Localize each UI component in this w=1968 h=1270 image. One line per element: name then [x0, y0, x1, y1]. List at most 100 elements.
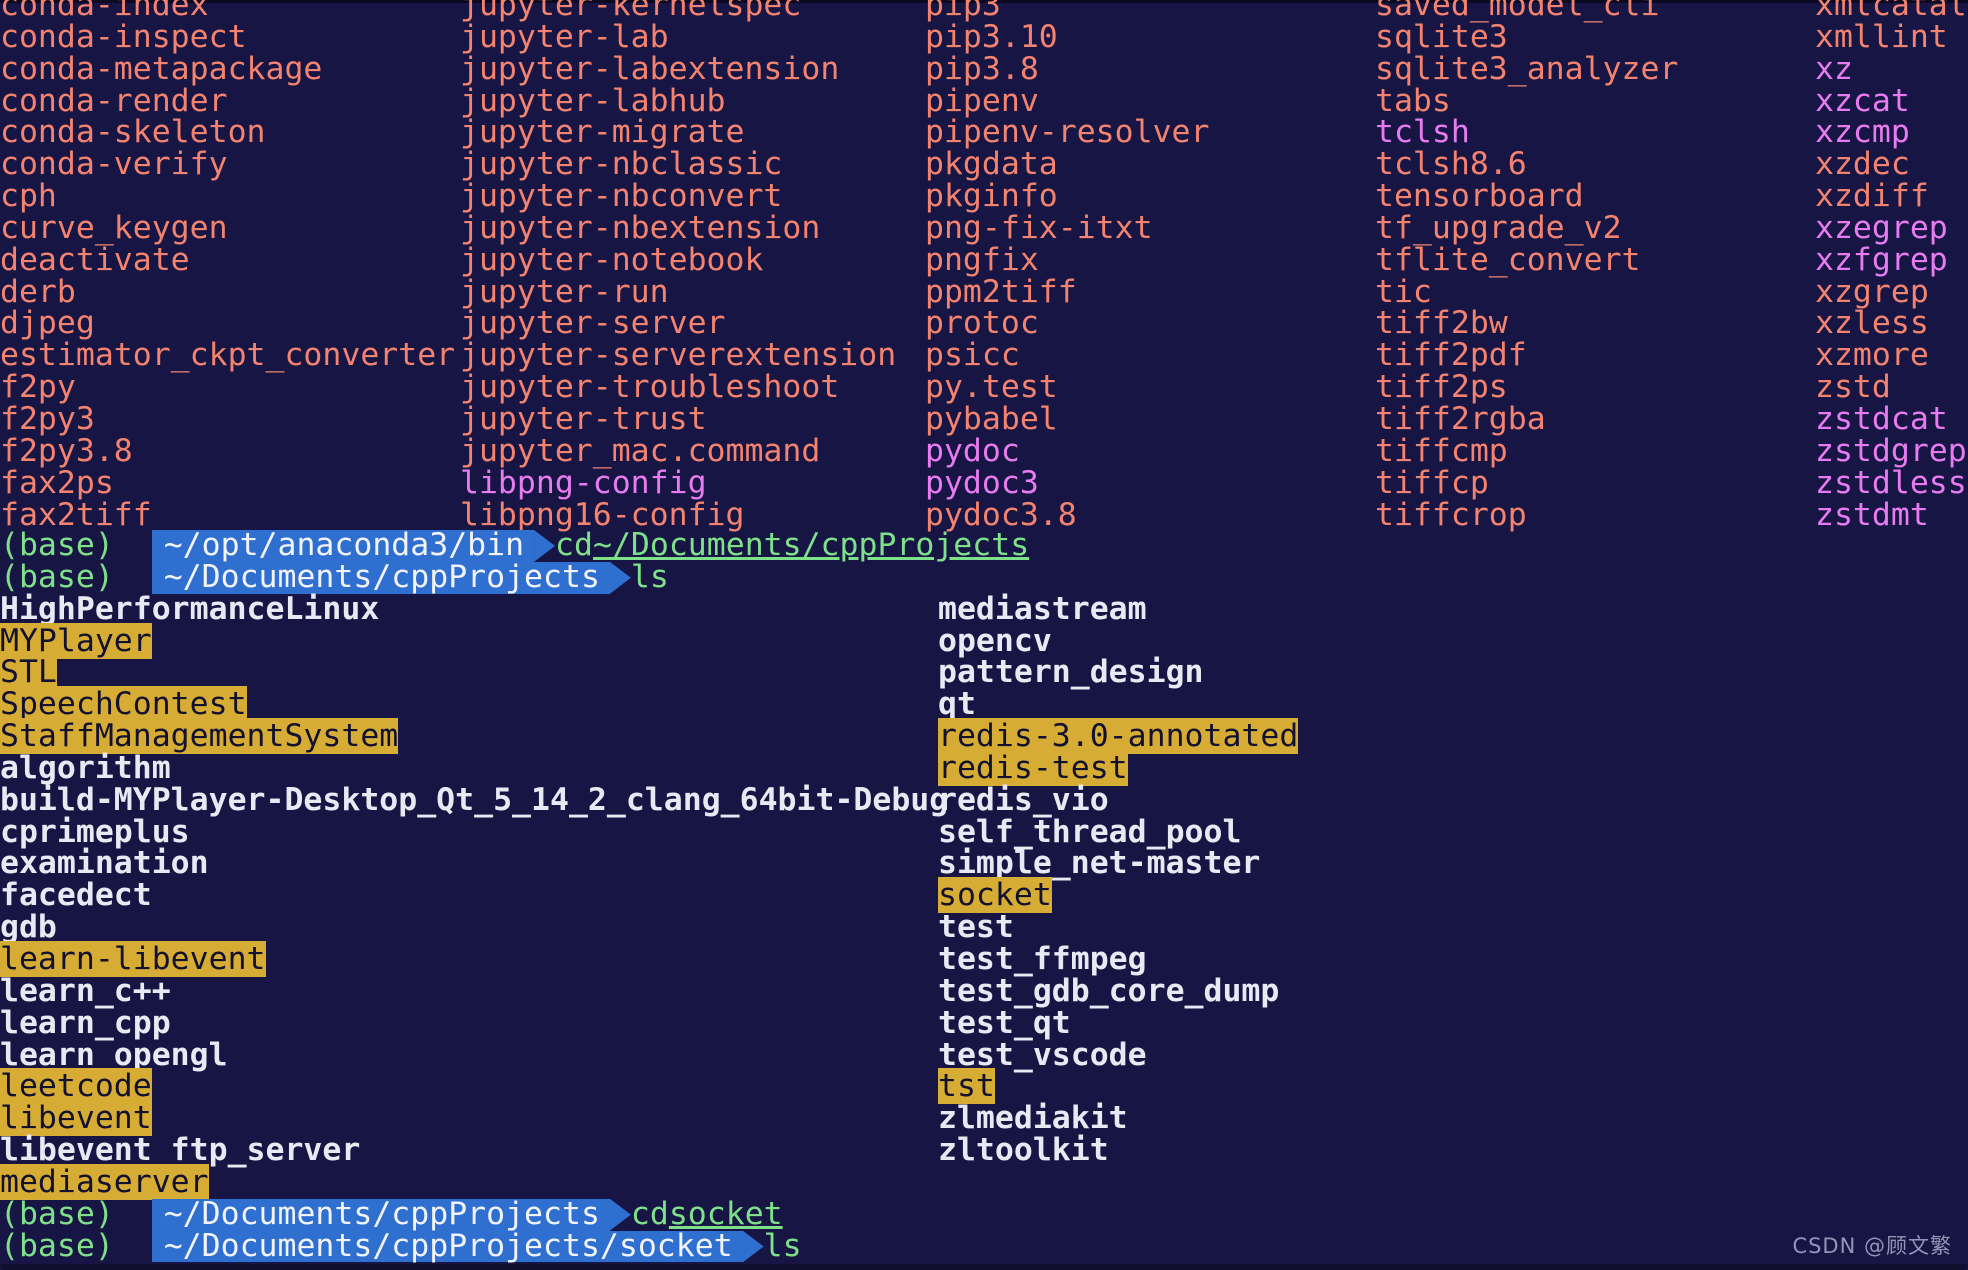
directory-entry[interactable]: cprimeplus: [0, 814, 190, 850]
symlink-entry: pydoc3: [925, 464, 1039, 501]
prompt-command-argument[interactable]: socket: [669, 1198, 783, 1231]
directory-entry[interactable]: test_ffmpeg: [938, 941, 1147, 977]
executable-entry: py.test: [925, 369, 1058, 406]
path-entry: jupyter-troubleshoot: [460, 369, 925, 406]
path-entry: xmllint: [1815, 18, 1968, 55]
executable-entry: tflite_convert: [1375, 241, 1641, 278]
directory-entry[interactable]: learn_c++: [0, 973, 171, 1009]
executable-entry: tic: [1375, 273, 1432, 310]
directory-entry[interactable]: self_thread_pool: [938, 814, 1241, 850]
ls-output-row: StaffManagementSystem redis-3.0-annotated: [0, 718, 1968, 755]
executable-entry: deactivate: [0, 241, 190, 278]
ls-output-row: libevent zlmediakit: [0, 1100, 1968, 1137]
ls-left-cell: learn_c++: [0, 973, 938, 1009]
ls-left-cell: gdb: [0, 909, 938, 945]
path-entry: jupyter-trust: [460, 403, 925, 436]
directory-entry[interactable]: examination: [0, 845, 209, 881]
symlink-entry: xzcmp: [1815, 114, 1910, 151]
path-entry: pipenv: [925, 82, 1375, 119]
directory-entry-highlighted[interactable]: redis-3.0-annotated: [938, 718, 1299, 755]
conda-env-label: (base): [0, 1195, 152, 1232]
powerline-arrow-icon: [609, 561, 631, 594]
directory-entry[interactable]: test: [938, 909, 1014, 945]
directory-entry-highlighted[interactable]: MYPlayer: [0, 622, 152, 659]
directory-entry-highlighted[interactable]: leetcode: [0, 1068, 152, 1105]
ls-output-row: HighPerformanceLinux mediastream: [0, 591, 1968, 627]
directory-entry[interactable]: mediastream: [938, 591, 1147, 627]
directory-entry-highlighted[interactable]: libevent: [0, 1100, 152, 1137]
ls-output-row: learn_opengl test_vscode: [0, 1037, 1968, 1073]
prompt-command[interactable]: ls: [764, 1230, 802, 1263]
directory-entry[interactable]: zltoolkit: [938, 1132, 1109, 1168]
directory-entry[interactable]: redis_vio: [938, 782, 1109, 818]
ls-output-row: learn-libevent test_ffmpeg: [0, 940, 1968, 977]
executable-entry: jupyter-troubleshoot: [460, 369, 840, 406]
directory-entry[interactable]: learn_cpp: [0, 1005, 171, 1041]
path-entry: jupyter-nbclassic: [460, 146, 925, 183]
shell-prompt-line[interactable]: (base) ~/Documents/cppProjects cd socket: [0, 1195, 1968, 1232]
ls-right-cell: test_vscode: [938, 1037, 1147, 1073]
ls-output-row: examination simple_net-master: [0, 848, 1968, 880]
directory-entry-highlighted[interactable]: tst: [938, 1068, 995, 1105]
directory-entry[interactable]: qt: [938, 686, 976, 722]
directory-entry[interactable]: test_vscode: [938, 1037, 1147, 1073]
prompt-command[interactable]: cd: [631, 1198, 669, 1231]
ls-left-cell: StaffManagementSystem: [0, 718, 938, 755]
executable-entry: xzless: [1815, 305, 1929, 342]
executable-entry: xzgrep: [1815, 273, 1929, 310]
directory-entry[interactable]: learn_opengl: [0, 1037, 228, 1073]
directory-entry[interactable]: HighPerformanceLinux: [0, 591, 379, 627]
symlink-entry: zstdgrep: [1815, 432, 1967, 469]
ls-right-cell: redis_vio: [938, 782, 1109, 818]
shell-prompt-line[interactable]: (base) ~/opt/anaconda3/bin cd ~/Document…: [0, 529, 1968, 562]
path-entry: fax2ps: [0, 467, 460, 500]
prompt-command[interactable]: cd: [555, 529, 593, 562]
executable-entry: jupyter-nbclassic: [460, 146, 783, 183]
directory-entry[interactable]: simple_net-master: [938, 845, 1260, 881]
directory-entry-highlighted[interactable]: learn-libevent: [0, 940, 266, 977]
ls-right-cell: opencv: [938, 623, 1052, 659]
ls-left-cell: SpeechContest: [0, 686, 938, 723]
shell-prompt-line[interactable]: (base) ~/Documents/cppProjects/socket ls: [0, 1230, 1968, 1263]
path-entry: pkginfo: [925, 180, 1375, 213]
directory-entry[interactable]: zlmediakit: [938, 1100, 1128, 1136]
ls-right-cell: pattern_design: [938, 654, 1204, 690]
directory-entry[interactable]: test_qt: [938, 1005, 1071, 1041]
csdn-watermark: CSDN @顾文繁: [1792, 1234, 1952, 1258]
directory-entry[interactable]: pattern_design: [938, 654, 1204, 690]
executable-entry: jupyter-labhub: [460, 82, 726, 119]
directory-entry-highlighted[interactable]: STL: [0, 654, 57, 691]
prompt-command-argument[interactable]: ~/Documents/cppProjects: [593, 529, 1029, 562]
path-entry: pkgdata: [925, 146, 1375, 183]
shell-prompt-line[interactable]: (base) ~/Documents/cppProjects ls: [0, 561, 1968, 594]
path-entry: tensorboard: [1375, 178, 1815, 215]
ls-left-cell: mediaserver: [0, 1163, 938, 1200]
directory-entry-highlighted[interactable]: socket: [938, 877, 1052, 914]
ls-right-cell: zltoolkit: [938, 1132, 1109, 1168]
directory-entry[interactable]: facedect: [0, 877, 152, 913]
directory-entry-highlighted[interactable]: StaffManagementSystem: [0, 718, 399, 755]
terminal-window[interactable]: conda-index jupyter-kernelspec pip3 saved_m…: [0, 0, 1968, 1270]
ls-left-cell: learn_opengl: [0, 1037, 938, 1073]
directory-entry[interactable]: gdb: [0, 909, 57, 945]
ls-right-cell: mediastream: [938, 591, 1147, 627]
executable-entry: jupyter-nbconvert: [460, 178, 783, 215]
executable-entry: tensorboard: [1375, 178, 1584, 215]
directory-entry-highlighted[interactable]: SpeechContest: [0, 686, 247, 723]
directory-entry-highlighted[interactable]: redis-test: [938, 749, 1128, 786]
prompt-command[interactable]: ls: [631, 561, 669, 594]
directory-entry[interactable]: test_gdb_core_dump: [938, 973, 1279, 1009]
directory-entry[interactable]: algorithm: [0, 750, 171, 786]
executable-entry: xmllint: [1815, 18, 1948, 55]
directory-entry[interactable]: opencv: [938, 623, 1052, 659]
executable-entry: pipenv: [925, 82, 1039, 119]
prompt-path-segment: ~/Documents/cppProjects/socket: [151, 1230, 743, 1263]
directory-entry[interactable]: libevent_ftp_server: [0, 1132, 360, 1168]
executable-entry: estimator_ckpt_converter: [0, 337, 456, 374]
directory-entry-highlighted[interactable]: mediaserver: [0, 1163, 209, 1200]
prompt-path-segment: ~/Documents/cppProjects: [151, 561, 610, 594]
path-entry: cph: [0, 180, 460, 213]
directory-entry[interactable]: build-MYPlayer-Desktop_Qt_5_14_2_clang_6…: [0, 782, 948, 818]
path-entry: jupyter-nbconvert: [460, 178, 925, 215]
executable-entry: pkgdata: [925, 146, 1058, 183]
